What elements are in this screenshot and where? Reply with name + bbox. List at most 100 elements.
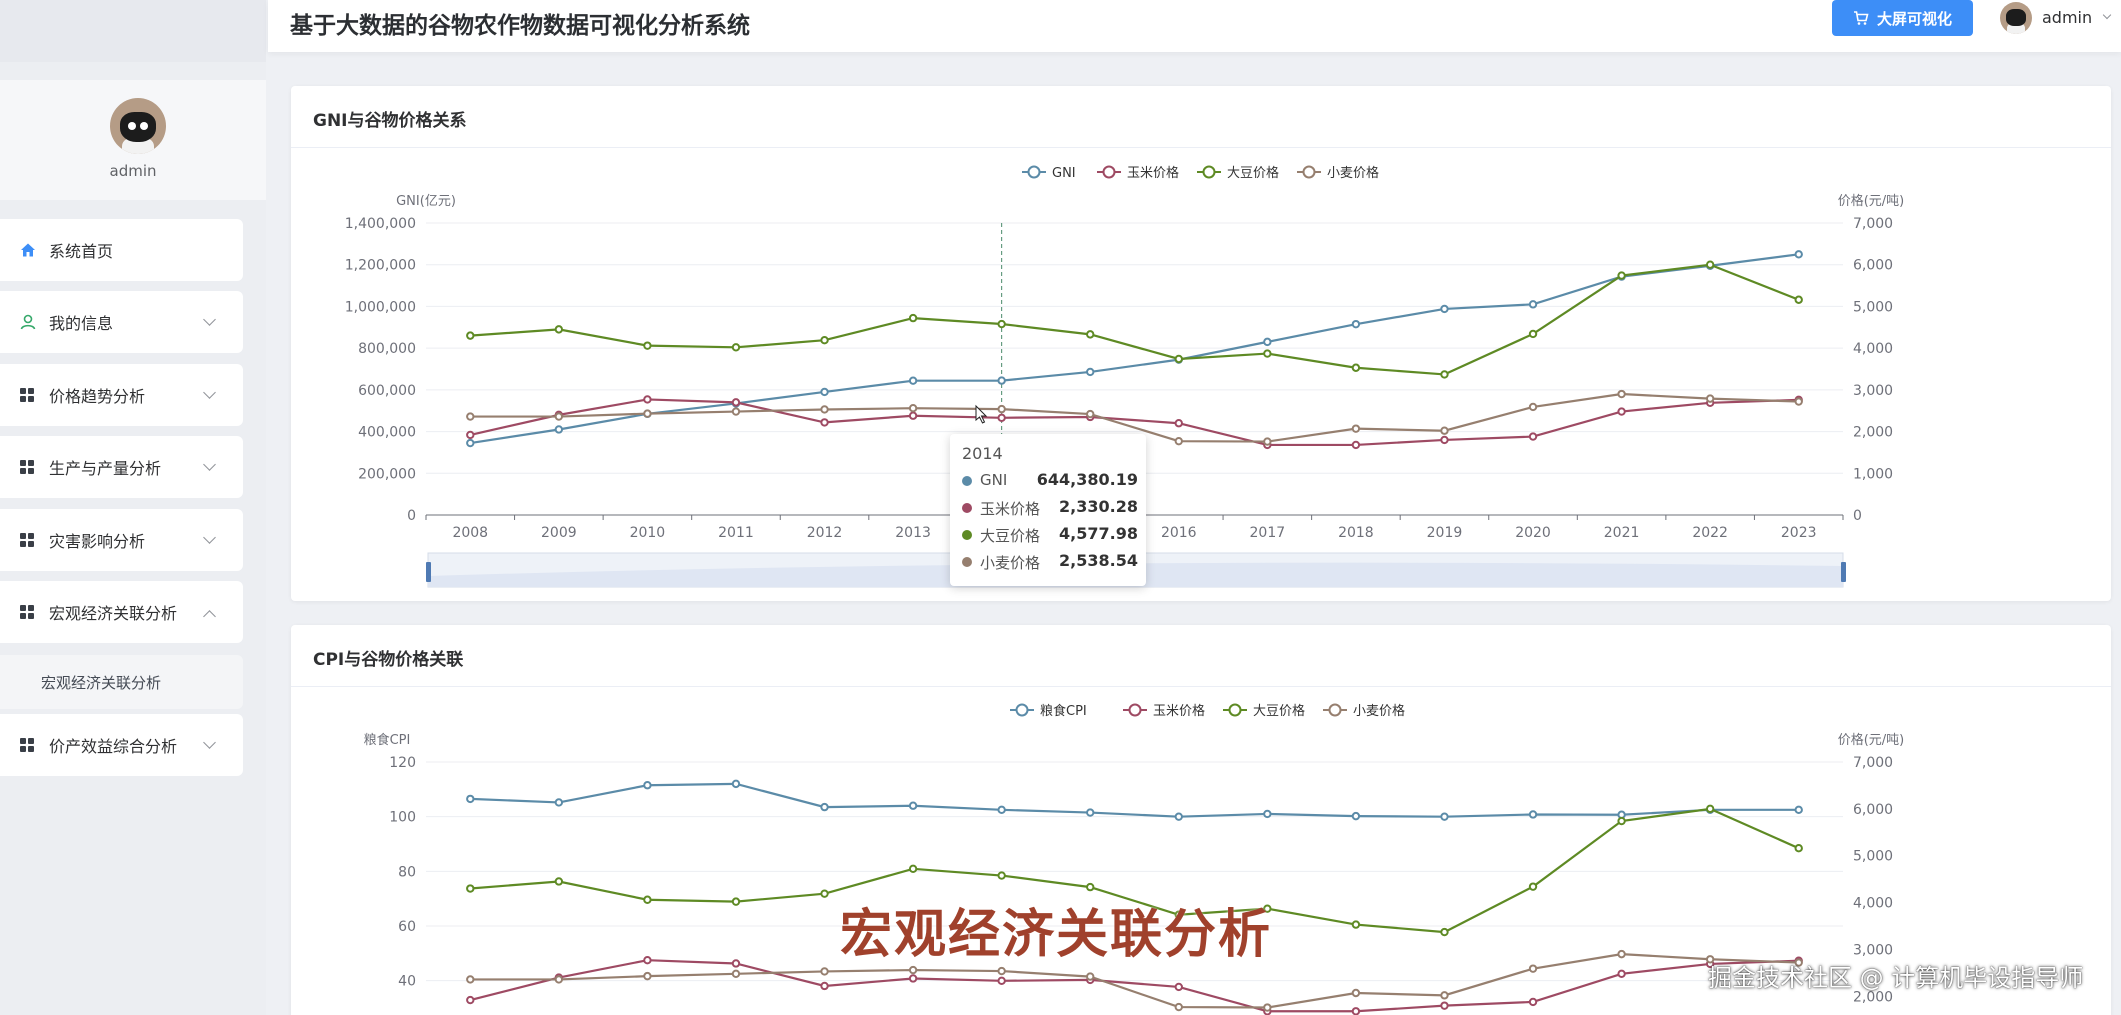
data-point (643, 895, 652, 904)
legend-label: 粮食CPI (1040, 703, 1087, 719)
sidebar-item-value[interactable]: 价产效益综合分析 (0, 714, 243, 776)
y-right-axis-label: 价格(元/吨) (1838, 193, 1905, 209)
y-left-tick-label: 1,000,000 (345, 299, 416, 315)
series-line (470, 253, 1799, 445)
tooltip-row: 小麦价格 2,538.54 (962, 549, 1138, 575)
data-point (643, 956, 652, 965)
data-point (1705, 260, 1715, 269)
chart-tooltip: 2014 GNI 644,380.19 玉米价格 2,330.28 大豆价格 4… (950, 434, 1146, 586)
data-point (1617, 407, 1626, 416)
x-tick-label: 2019 (1427, 525, 1463, 541)
data-point (643, 341, 652, 350)
sidebar-item-label: 系统首页 (49, 242, 114, 261)
tooltip-series-name: 大豆价格 (980, 527, 1041, 545)
sidebar-item-macro[interactable]: 宏观经济关联分析 (0, 581, 243, 643)
tooltip-row: GNI 644,380.19 (962, 468, 1138, 494)
x-tick-label: 2009 (541, 525, 577, 541)
data-point (820, 405, 829, 414)
sidebar-item-production[interactable]: 生产与产量分析 (0, 436, 243, 498)
data-point (1174, 419, 1183, 428)
sidebar-item-price-trend[interactable]: 价格趋势分析 (0, 364, 243, 426)
legend-label: 玉米价格 (1153, 703, 1205, 719)
sidebar-item-home[interactable]: 系统首页 (0, 219, 243, 281)
data-point (1351, 319, 1361, 329)
data-point (1351, 424, 1361, 433)
user-icon (20, 314, 36, 330)
header-username[interactable]: admin (2042, 8, 2092, 27)
tooltip-series-name: 小麦价格 (980, 554, 1041, 572)
x-tick-label: 2021 (1604, 525, 1640, 541)
tooltip-row: 大豆价格 4,577.98 (962, 522, 1138, 548)
data-point (1794, 397, 1803, 406)
data-point (1794, 295, 1803, 304)
sidebar-top-strip (0, 0, 266, 62)
zoom-handle-left (426, 562, 431, 582)
data-point (1528, 882, 1538, 891)
data-point (1794, 805, 1803, 815)
header-avatar[interactable] (2000, 2, 2032, 34)
data-point (997, 413, 1006, 422)
y-right-tick-label: 4,000 (1853, 896, 1893, 912)
tooltip-title: 2014 (962, 444, 1003, 463)
data-point (820, 802, 829, 812)
data-point (820, 336, 829, 345)
sidebar-item-my-info[interactable]: 我的信息 (0, 291, 243, 353)
chevron-down-icon[interactable] (2102, 10, 2112, 20)
legend-label: 小麦价格 (1327, 165, 1379, 181)
legend-label: GNI (1052, 166, 1076, 181)
data-point (466, 430, 475, 440)
data-point (908, 411, 918, 420)
data-point (1174, 1002, 1183, 1012)
series-dot-icon (962, 476, 972, 486)
x-tick-label: 2008 (452, 525, 488, 541)
legend-label: 大豆价格 (1227, 165, 1279, 181)
tooltip-row: 玉米价格 2,330.28 (962, 495, 1138, 521)
data-point (1617, 816, 1626, 826)
legend-label: 玉米价格 (1127, 165, 1179, 181)
data-point (731, 779, 741, 789)
grid-icon (20, 533, 34, 547)
sidebar-subitem-macro[interactable]: 宏观经济关联分析 (0, 655, 243, 709)
y-right-tick-label: 4,000 (1853, 341, 1893, 357)
bigscreen-button[interactable]: 大屏可视化 (1832, 0, 1973, 36)
tooltip-series-value: 2,538.54 (1059, 551, 1138, 570)
data-point (1174, 436, 1183, 446)
legend-marker (1102, 165, 1116, 179)
legend-label: 大豆价格 (1253, 703, 1305, 719)
data-point (1263, 1003, 1272, 1012)
data-point (466, 438, 475, 448)
series-dot-icon (962, 530, 972, 540)
data-point (466, 331, 475, 340)
sidebar-item-label: 价格趋势分析 (49, 387, 146, 406)
data-point (820, 418, 829, 427)
sidebar-item-label: 我的信息 (49, 314, 114, 333)
data-point (1794, 844, 1803, 853)
data-point (908, 404, 918, 413)
overlay-caption: 宏观经济关联分析 (840, 905, 1273, 965)
x-tick-label: 2011 (718, 525, 754, 541)
y-right-tick-label: 6,000 (1853, 802, 1893, 818)
avatar[interactable] (110, 98, 166, 154)
data-point (1351, 1007, 1361, 1015)
tooltip-series-value: 2,330.28 (1059, 497, 1138, 516)
data-point (997, 376, 1006, 385)
data-point (1086, 972, 1095, 981)
data-point (731, 398, 741, 407)
sidebar-item-disaster[interactable]: 灾害影响分析 (0, 509, 243, 571)
legend-marker (1228, 703, 1242, 717)
y-left-tick-label: 80 (398, 864, 416, 880)
grid-icon (20, 460, 34, 474)
data-point (731, 343, 741, 352)
tooltip-series-name: 玉米价格 (980, 500, 1041, 518)
gni-price-chart[interactable]: 0 200,000 400,000 600,000 800,000 1,000,000 1,… (291, 86, 2111, 601)
series-line (470, 263, 1800, 376)
data-point (908, 376, 918, 385)
legend-marker (1015, 703, 1029, 717)
chevron-down-icon (203, 458, 216, 471)
data-point (908, 864, 918, 874)
data-point (1351, 920, 1361, 929)
data-point (1617, 271, 1626, 280)
grid-icon (20, 388, 34, 402)
data-point (554, 877, 564, 886)
data-point (1617, 949, 1626, 959)
